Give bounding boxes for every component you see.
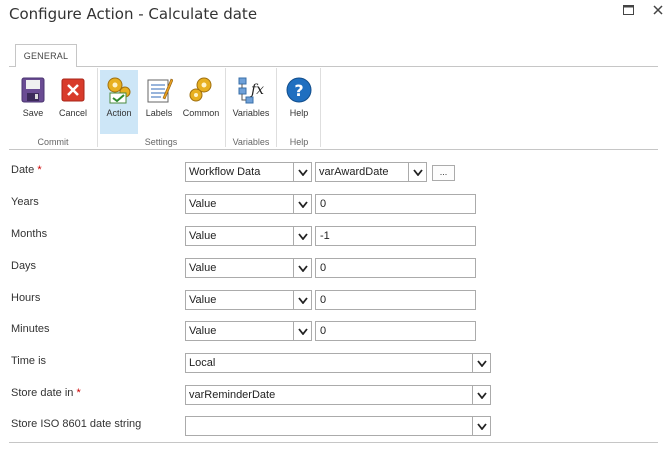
- ribbon-separator: [320, 68, 321, 147]
- years-type-select[interactable]: Value: [185, 194, 312, 214]
- store-iso-select[interactable]: [185, 416, 491, 436]
- chevron-down-icon: [472, 417, 490, 435]
- chevron-down-icon: [408, 163, 426, 181]
- tab-general[interactable]: GENERAL: [15, 44, 77, 67]
- minutes-input[interactable]: 0: [315, 321, 476, 341]
- required-marker: *: [37, 164, 42, 176]
- date-source-select[interactable]: Workflow Data: [185, 162, 312, 182]
- action-label: Action: [106, 108, 132, 118]
- hours-type-select[interactable]: Value: [185, 290, 312, 310]
- minutes-label: Minutes: [11, 323, 50, 335]
- action-icon: [107, 77, 131, 104]
- close-button[interactable]: [650, 2, 666, 18]
- years-input[interactable]: 0: [315, 194, 476, 214]
- help-label: Help: [289, 108, 309, 118]
- chevron-down-icon: [293, 291, 311, 309]
- months-input[interactable]: -1: [315, 226, 476, 246]
- days-label: Days: [11, 260, 37, 272]
- common-icon: [189, 77, 212, 102]
- help-button[interactable]: ? Help: [280, 70, 318, 134]
- chevron-down-icon: [293, 227, 311, 245]
- required-marker: *: [76, 387, 81, 399]
- group-label-help: Help: [289, 137, 309, 147]
- years-label: Years: [11, 196, 39, 208]
- cancel-label: Cancel: [58, 108, 87, 118]
- chevron-down-icon: [293, 195, 311, 213]
- date-label: Date *: [11, 164, 42, 176]
- time-is-label: Time is: [11, 355, 47, 367]
- date-variable-select[interactable]: varAwardDate: [315, 162, 427, 182]
- time-is-select[interactable]: Local: [185, 353, 491, 373]
- action-button[interactable]: Action: [100, 70, 138, 134]
- svg-text:?: ?: [294, 81, 303, 100]
- close-icon: [653, 5, 663, 15]
- group-label-commit: Commit: [37, 137, 69, 147]
- divider: [9, 442, 658, 443]
- common-button[interactable]: Common: [180, 70, 222, 134]
- common-label: Common: [182, 108, 220, 118]
- window-title: Configure Action - Calculate date: [9, 5, 258, 23]
- cancel-icon: [61, 78, 85, 102]
- store-date-label: Store date in *: [11, 387, 81, 399]
- chevron-down-icon: [472, 386, 490, 404]
- variables-icon: fx: [238, 77, 264, 104]
- hours-input[interactable]: 0: [315, 290, 476, 310]
- date-browse-button[interactable]: ...: [432, 165, 455, 181]
- maximize-button[interactable]: [620, 2, 636, 18]
- hours-label: Hours: [11, 292, 41, 304]
- labels-button[interactable]: Labels: [141, 70, 177, 134]
- store-iso-label: Store ISO 8601 date string: [11, 418, 142, 430]
- months-type-select[interactable]: Value: [185, 226, 312, 246]
- store-date-select[interactable]: varReminderDate: [185, 385, 491, 405]
- svg-text:fx: fx: [250, 82, 264, 98]
- days-input[interactable]: 0: [315, 258, 476, 278]
- chevron-down-icon: [293, 163, 311, 181]
- save-label: Save: [22, 108, 44, 118]
- ribbon-separator: [225, 68, 226, 147]
- save-icon: [21, 77, 45, 103]
- chevron-down-icon: [293, 259, 311, 277]
- months-label: Months: [11, 228, 48, 240]
- ribbon-separator: [97, 68, 98, 147]
- variables-button[interactable]: fx Variables: [229, 70, 273, 134]
- labels-label: Labels: [145, 108, 173, 118]
- group-label-settings: Settings: [144, 137, 178, 147]
- cancel-button[interactable]: Cancel: [55, 70, 91, 134]
- help-icon: ?: [286, 77, 312, 103]
- chevron-down-icon: [472, 354, 490, 372]
- group-label-variables: Variables: [232, 137, 270, 147]
- maximize-icon: [622, 5, 634, 15]
- chevron-down-icon: [293, 322, 311, 340]
- labels-icon: [147, 78, 173, 103]
- variables-label: Variables: [232, 108, 270, 118]
- ribbon-separator: [276, 68, 277, 147]
- minutes-type-select[interactable]: Value: [185, 321, 312, 341]
- save-button[interactable]: Save: [15, 70, 51, 134]
- days-type-select[interactable]: Value: [185, 258, 312, 278]
